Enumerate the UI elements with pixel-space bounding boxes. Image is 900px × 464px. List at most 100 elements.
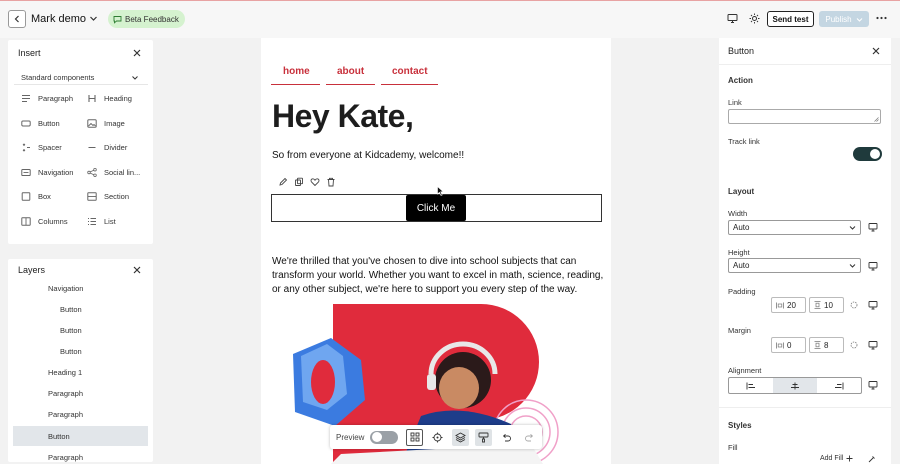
edit-button[interactable] [278,177,288,187]
padding-individual-sides-button[interactable] [850,301,858,309]
link-label: Link [728,98,742,107]
width-select[interactable]: Auto [728,220,861,235]
favorite-button[interactable] [310,177,320,187]
component-box[interactable]: Box [21,192,51,201]
component-section[interactable]: Section [87,192,129,201]
desktop-view-button[interactable] [727,13,738,24]
layers-panel-close-button[interactable] [133,266,141,274]
more-horizontal-icon [876,16,887,20]
beta-feedback-button[interactable]: Beta Feedback [108,10,185,28]
insert-panel-close-button[interactable] [133,49,141,57]
nav-link-about[interactable]: about [337,66,364,77]
layer-button[interactable]: Button [60,326,82,335]
chevron-down-icon [90,16,97,21]
standard-components-label: Standard components [21,73,95,82]
link-input-value [729,110,733,119]
pencil-icon [279,177,288,186]
redo-button[interactable] [521,429,538,446]
back-button[interactable] [8,10,26,28]
eyedropper-icon [868,456,875,463]
delete-button[interactable] [326,177,336,187]
horizontal-padding-icon [776,302,784,308]
preview-toggle[interactable] [370,430,399,444]
layer-paragraph[interactable]: Paragraph [48,389,83,398]
component-navigation[interactable]: Navigation [21,168,73,177]
component-button[interactable]: Button [21,119,60,128]
nav-underline [271,84,320,85]
layer-button-selected[interactable]: Button [48,432,70,441]
margin-horizontal-input[interactable]: 0 [771,337,806,353]
layer-paragraph[interactable]: Paragraph [48,410,83,419]
publish-button[interactable]: Publish [819,11,869,27]
grid-icon [410,432,420,442]
click-me-button[interactable]: Click Me [406,195,466,221]
add-fill-button[interactable]: Add Fill [820,455,853,462]
close-icon [133,49,141,57]
component-columns[interactable]: Columns [21,217,68,226]
component-spacer[interactable]: Spacer [21,143,62,152]
layout-section-title: Layout [728,187,755,196]
send-test-button[interactable]: Send test [767,11,814,27]
link-input[interactable] [728,109,881,124]
email-intro-paragraph[interactable]: So from everyone at Kidcademy, welcome!! [272,150,464,161]
align-right-button[interactable] [817,378,861,393]
duplicate-button[interactable] [294,177,304,187]
margin-responsive-button[interactable] [868,340,878,350]
margin-vertical-input[interactable]: 8 [809,337,844,353]
component-list[interactable]: List [87,217,116,226]
undo-button[interactable] [498,429,515,446]
component-image[interactable]: Image [87,119,125,128]
height-select[interactable]: Auto [728,258,861,273]
layers-button[interactable] [452,428,470,446]
chevron-down-icon [849,226,856,230]
preview-toggle-knob [372,432,383,442]
title-menu-button[interactable] [89,14,98,23]
email-body-paragraph[interactable]: We're thrilled that you've chosen to div… [272,255,604,297]
chevron-down-icon [856,17,862,22]
width-responsive-button[interactable] [868,222,878,232]
height-label: Height [728,248,750,257]
trash-icon [327,177,335,187]
panel-divider [719,407,891,408]
standard-components-toggle[interactable] [131,74,139,82]
component-paragraph[interactable]: Paragraph [21,94,73,103]
padding-responsive-button[interactable] [868,300,878,310]
nav-link-contact[interactable]: contact [392,66,428,77]
padding-label: Padding [728,287,756,296]
layer-navigation[interactable]: Navigation [48,284,83,293]
chevron-down-icon [849,264,856,268]
style-button[interactable] [475,428,493,446]
margin-individual-sides-button[interactable] [850,341,858,349]
height-responsive-button[interactable] [868,261,878,271]
sun-icon [749,13,760,24]
nav-link-home[interactable]: home [283,66,310,77]
component-divider[interactable]: Divider [87,143,127,152]
monitor-icon [868,381,878,390]
layer-button[interactable]: Button [60,305,82,314]
monitor-icon [868,223,878,232]
vertical-padding-icon [814,301,821,309]
track-link-toggle[interactable] [853,147,882,161]
email-heading[interactable]: Hey Kate, [272,98,414,135]
component-social-links[interactable]: Social lin... [87,168,140,177]
padding-vertical-input[interactable]: 10 [809,297,844,313]
padding-horizontal-input[interactable]: 20 [771,297,806,313]
component-heading[interactable]: Heading [87,94,132,103]
layer-button[interactable]: Button [60,347,82,356]
align-left-button[interactable] [729,378,773,393]
layer-paragraph[interactable]: Paragraph [48,453,83,462]
align-center-button[interactable] [773,378,817,393]
theme-toggle-button[interactable] [749,13,760,24]
properties-close-button[interactable] [872,47,880,55]
alignment-responsive-button[interactable] [868,380,878,390]
more-options-button[interactable] [876,16,887,20]
track-link-label: Track link [728,137,760,146]
document-title[interactable]: Mark demo [31,13,86,25]
beta-feedback-label: Beta Feedback [125,14,179,24]
fill-picker-button[interactable] [868,455,876,463]
plus-icon [846,455,853,462]
layer-heading-1[interactable]: Heading 1 [48,368,82,377]
target-button[interactable] [429,429,446,446]
grid-view-button[interactable] [406,428,424,446]
align-left-icon [746,382,755,389]
